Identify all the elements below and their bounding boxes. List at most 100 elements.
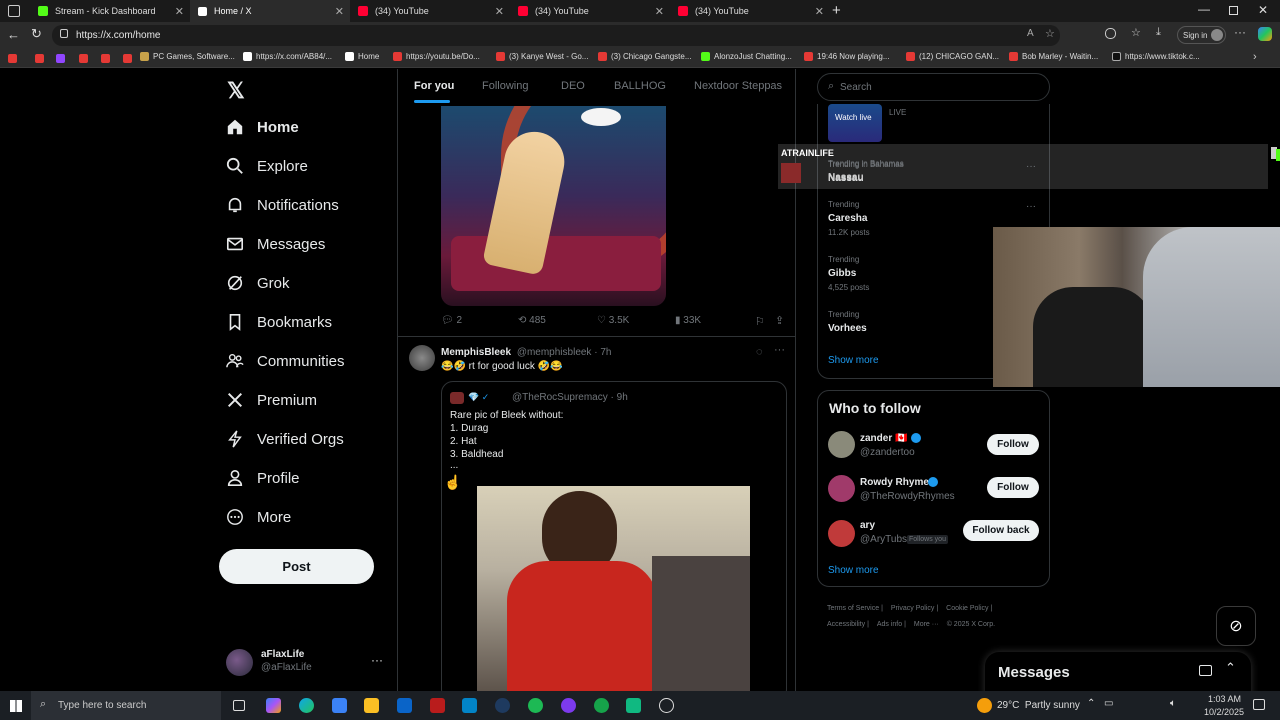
app-icon-red[interactable]	[430, 698, 445, 713]
task-view-icon[interactable]	[233, 700, 245, 711]
views-button[interactable]: ▮ 33K	[675, 315, 701, 326]
collections-icon[interactable]: ☆	[1131, 26, 1141, 39]
tab-youtube-1[interactable]: (34) YouTube ✕	[350, 0, 510, 22]
post-handle[interactable]: @memphisbleek · 7h	[517, 347, 612, 358]
tab-actions-icon[interactable]	[8, 5, 20, 17]
store-icon[interactable]	[332, 698, 347, 713]
grok-icon[interactable]: ◌	[756, 346, 763, 358]
close-window-button[interactable]: ✕	[1258, 3, 1268, 17]
app-icon-teal[interactable]	[626, 698, 641, 713]
sidebar-item-communities[interactable]: Communities	[226, 352, 345, 370]
sidebar-item-more[interactable]: More	[226, 508, 291, 526]
notifications-icon[interactable]	[1253, 699, 1265, 710]
tab-youtube-2[interactable]: (34) YouTube ✕	[510, 0, 670, 22]
tray-chevron-icon[interactable]: ⌃	[1087, 698, 1095, 709]
read-aloud-icon[interactable]: A	[1027, 28, 1034, 39]
tab-nextdoor-steppas[interactable]: Nextdoor Steppas	[694, 80, 782, 92]
share-icon[interactable]: ⇪	[775, 314, 784, 327]
footer-link[interactable]: Accessibility	[827, 621, 865, 628]
quoted-post[interactable]: 💎 ✓ @TheRocSupremacy · 9h Rare pic of Bl…	[441, 381, 787, 691]
x-logo-icon[interactable]: 𝕏	[227, 78, 245, 104]
chevron-right-icon[interactable]: ›	[1253, 51, 1257, 63]
app-icon-blue[interactable]	[462, 698, 477, 713]
footer-link[interactable]: Terms of Service	[827, 605, 879, 612]
bookmark-bob-marley[interactable]: Bob Marley - Waitin...	[1009, 52, 1098, 61]
downloads-icon[interactable]: ⤓	[1156, 26, 1161, 39]
discord-icon[interactable]	[561, 698, 576, 713]
bookmark-kanye[interactable]: (3) Kanye West - Go...	[496, 52, 588, 61]
messages-drawer[interactable]: Messages ⌃	[985, 652, 1251, 691]
bookmark-youtu-be[interactable]: https://youtu.be/Do...	[393, 52, 480, 61]
show-more-link[interactable]: Show more	[828, 565, 879, 576]
bookmark-icon-red-4[interactable]	[101, 54, 110, 63]
sidebar-item-profile[interactable]: Profile	[226, 469, 300, 487]
post-author[interactable]: MemphisBleek	[441, 347, 511, 358]
bookmark-alonzo[interactable]: AlonzoJust Chatting...	[701, 52, 792, 61]
quote-image[interactable]	[477, 486, 750, 691]
favorite-star-icon[interactable]: ☆	[1045, 27, 1055, 40]
outlook-icon[interactable]	[397, 698, 412, 713]
sign-in-button[interactable]: Sign in	[1177, 26, 1226, 44]
sidebar-item-bookmarks[interactable]: Bookmarks	[226, 313, 332, 331]
footer-link[interactable]: More ···	[914, 621, 939, 628]
post-image[interactable]	[441, 106, 666, 306]
more-dots-icon[interactable]: ···	[1026, 201, 1036, 212]
more-dots-icon[interactable]: ···	[371, 653, 383, 667]
close-icon[interactable]: ✕	[655, 5, 664, 18]
close-icon[interactable]: ✕	[495, 5, 504, 18]
tab-youtube-3[interactable]: (34) YouTube ✕	[670, 0, 830, 22]
file-explorer-icon[interactable]	[364, 698, 379, 713]
tab-for-you[interactable]: For you	[414, 80, 454, 92]
chevron-up-icon[interactable]: ⌃	[1225, 660, 1236, 676]
tab-following[interactable]: Following	[482, 80, 528, 92]
steam-icon[interactable]	[495, 698, 510, 713]
clock-time[interactable]: 1:03 AM	[1208, 694, 1241, 704]
like-button[interactable]: ♡ 3.5K	[597, 315, 629, 326]
sidebar-item-premium[interactable]: Premium	[226, 391, 317, 409]
windows-start-icon[interactable]	[10, 700, 22, 712]
bookmark-now-playing[interactable]: 19:46 Now playing...	[804, 52, 890, 61]
url-field[interactable]: https://x.com/home A ☆	[52, 25, 1060, 46]
new-tab-button[interactable]: +	[832, 2, 841, 19]
copilot-icon[interactable]	[1258, 27, 1272, 41]
bookmark-chicago-gan[interactable]: (12) CHICAGO GAN...	[906, 52, 999, 61]
sidebar-item-messages[interactable]: Messages	[226, 235, 325, 253]
footer-link[interactable]: Ads info	[877, 621, 902, 628]
more-dots-icon[interactable]: ···	[1026, 161, 1036, 172]
repost-button[interactable]: ⟲ 485	[518, 315, 546, 326]
bookmark-icon-red-5[interactable]	[123, 54, 132, 63]
tab-kick[interactable]: Stream - Kick Dashboard ✕	[30, 0, 190, 22]
bookmark-chicago-gangste[interactable]: (3) Chicago Gangste...	[598, 52, 691, 61]
bookmark-tiktok[interactable]: https://www.tiktok.c...	[1112, 52, 1200, 61]
refresh-icon[interactable]: ↻	[31, 26, 42, 42]
xbox-icon[interactable]	[594, 698, 609, 713]
app-icon-white[interactable]	[659, 698, 674, 713]
sidebar-item-notifications[interactable]: Notifications	[226, 196, 339, 214]
more-dots-icon[interactable]: ···	[774, 344, 785, 356]
bookmark-x-ab84[interactable]: https://x.com/AB84/...	[243, 52, 332, 61]
maximize-button[interactable]	[1229, 6, 1238, 15]
copilot-icon[interactable]	[266, 698, 281, 713]
bookmark-icon[interactable]: ⚐	[755, 315, 765, 328]
live-thumbnail[interactable]: Watch live	[828, 104, 882, 142]
minimize-button[interactable]: —	[1198, 2, 1210, 16]
search-input[interactable]: ⌕ Search	[817, 73, 1050, 101]
close-icon[interactable]: ✕	[815, 5, 824, 18]
back-icon[interactable]: ←	[7, 27, 20, 42]
settings-more-icon[interactable]: ···	[1234, 25, 1246, 39]
twitch-icon[interactable]	[56, 54, 65, 63]
close-icon[interactable]: ✕	[335, 5, 344, 18]
reply-button[interactable]: 💬︎ 2	[441, 315, 462, 326]
tab-deo[interactable]: DEO	[561, 80, 585, 92]
edge-icon[interactable]	[299, 698, 314, 713]
weather-icon[interactable]	[977, 698, 992, 713]
volume-icon[interactable]: 🔈︎	[1170, 698, 1176, 709]
tab-ballhog[interactable]: BALLHOG	[614, 80, 666, 92]
bookmark-icon-red-1[interactable]	[8, 54, 17, 63]
show-more-link[interactable]: Show more	[828, 355, 879, 366]
bookmark-icon-red-3[interactable]	[79, 54, 88, 63]
bookmark-pc-games[interactable]: PC Games, Software...	[140, 52, 235, 61]
follow-back-button[interactable]: Follow back	[963, 520, 1039, 541]
taskbar-search-box[interactable]: ⌕ Type here to search	[31, 691, 221, 720]
bookmark-home[interactable]: Home	[345, 52, 379, 61]
